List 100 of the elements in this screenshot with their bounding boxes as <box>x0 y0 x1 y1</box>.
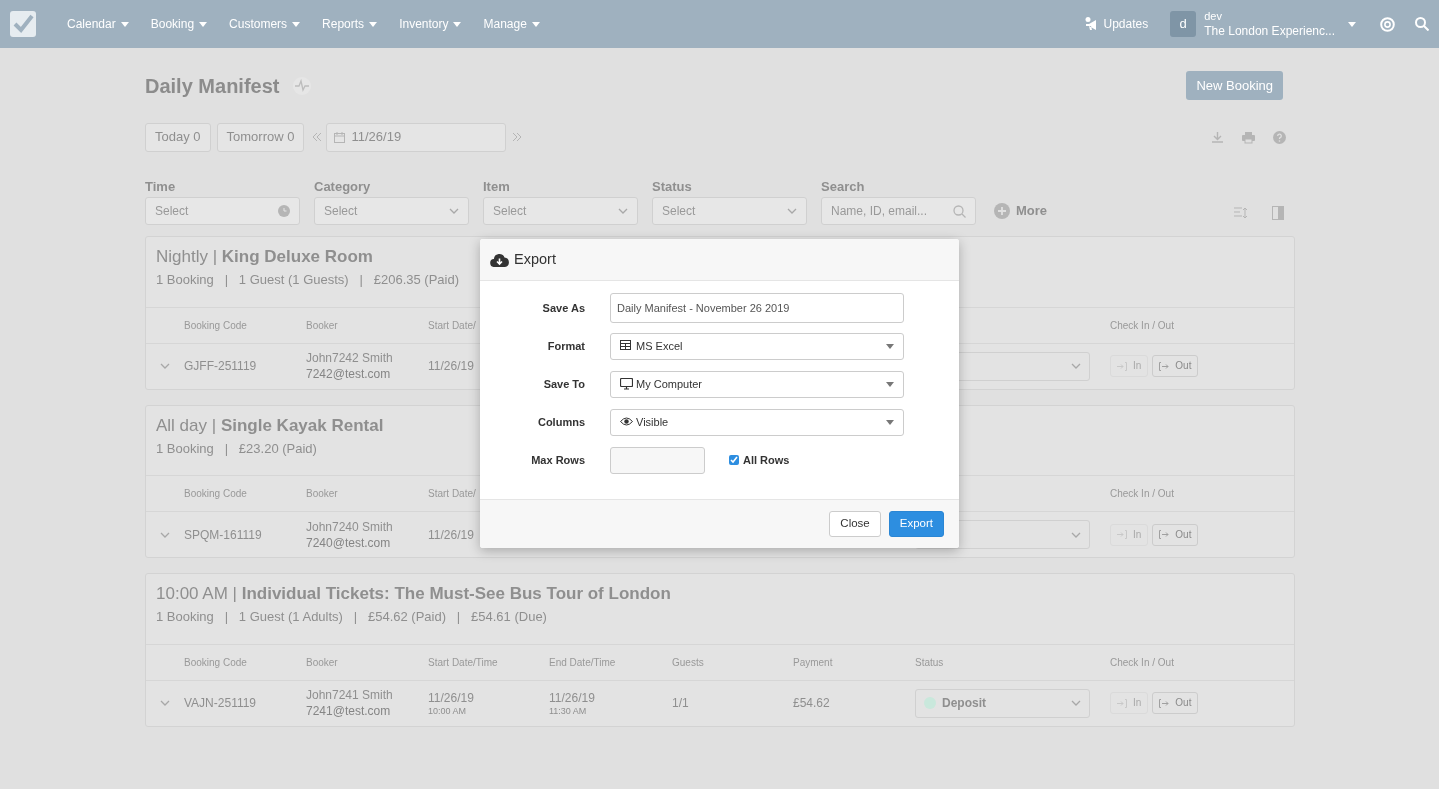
checkbox[interactable] <box>729 455 739 465</box>
column-header: Start Date/ <box>428 318 476 333</box>
help-button[interactable] <box>1380 16 1395 32</box>
booking-code: SPQM-161119 <box>184 527 262 542</box>
quick-date-button[interactable]: Today 0 <box>145 122 211 152</box>
file-name-field[interactable]: Daily Manifest - November 26 2019 <box>610 293 904 323</box>
dropdown-select[interactable]: Visible <box>610 408 904 436</box>
cloud-download-icon <box>490 252 509 267</box>
filter-label: Item <box>483 178 511 194</box>
filter-select[interactable]: Select <box>314 197 469 225</box>
printer-button[interactable] <box>1242 130 1255 144</box>
check-out-button[interactable]: Out <box>1152 523 1199 546</box>
double-chevron-left-icon <box>312 132 323 142</box>
group-summary: 1 Booking | £23.20 (Paid) <box>156 439 317 458</box>
guest-count: 1/1 <box>672 696 689 710</box>
filter-select[interactable]: Select <box>483 197 638 225</box>
chevron-down-icon <box>1071 700 1081 706</box>
clock-icon <box>278 205 290 217</box>
column-header: Check In / Out <box>1110 655 1174 670</box>
more-filters-button[interactable]: More <box>994 197 1048 225</box>
search-icon <box>1415 17 1429 31</box>
search-field[interactable]: Name, ID, email... <box>821 197 976 225</box>
field-label: Max Rows <box>530 452 585 468</box>
caret-icon <box>199 21 208 27</box>
payment-amount: £54.62 <box>793 696 830 710</box>
user-name: dev <box>1204 9 1223 24</box>
search-button[interactable] <box>1415 17 1429 31</box>
dropdown-select[interactable]: MS Excel <box>610 332 904 360</box>
filter-label: Category <box>314 178 372 194</box>
start-date: 11/26/19 <box>428 690 475 706</box>
caret-icon <box>886 381 894 387</box>
column-header: Guests <box>672 655 704 670</box>
nav-menu[interactable]: Booking <box>139 0 219 48</box>
chevron-down-icon <box>787 208 797 214</box>
filter-label: Time <box>145 178 177 194</box>
column-header: Booking Code <box>184 487 247 501</box>
plus-circle-icon <box>994 203 1010 219</box>
logo-icon <box>10 11 36 37</box>
column-header: Status <box>915 655 944 670</box>
close-button[interactable]: Close <box>829 511 881 537</box>
nav-menu[interactable]: Inventory <box>388 0 473 48</box>
caret-icon <box>120 21 129 27</box>
dialog-title: Export <box>514 249 556 269</box>
new-booking-button[interactable]: New Booking <box>1186 71 1283 100</box>
nav-menu[interactable]: Reports <box>311 0 389 48</box>
previous-day-button[interactable] <box>312 132 323 142</box>
max-rows-field[interactable] <box>610 446 705 474</box>
updates-button[interactable]: Updates <box>1084 15 1149 33</box>
nav-menu[interactable]: Customers <box>218 0 312 48</box>
group-summary: 1 Booking | 1 Guest (1 Guests) | £206.35 (Paid) <box>156 271 460 289</box>
group-title: 10:00 AM | Individual Tickets: The Must-See Bus Tour of London <box>156 584 671 604</box>
enter-icon <box>1117 361 1127 371</box>
chevron-down-icon <box>1071 531 1081 538</box>
booker-email: 7240@test.com <box>306 534 392 551</box>
next-day-button[interactable] <box>512 132 523 142</box>
chevron-down-icon <box>160 700 170 706</box>
end-date: 11/26/19 <box>549 690 596 706</box>
help-button[interactable] <box>1273 130 1286 144</box>
booker-email: 7241@test.com <box>306 703 392 719</box>
end-time: 11:30 AM <box>549 706 588 716</box>
organization-name: The London Experienc... <box>1204 24 1335 39</box>
check-out-button[interactable]: Out <box>1152 355 1199 377</box>
group-title: Nightly | King Deluxe Room <box>156 247 373 267</box>
filter-select[interactable]: Select <box>652 197 807 225</box>
search-icon <box>953 204 966 218</box>
booking-code: GJFF-251119 <box>184 359 257 373</box>
check-out-button[interactable]: Out <box>1152 692 1199 714</box>
column-header: Booking Code <box>184 318 247 333</box>
field-label: Format <box>546 338 585 354</box>
column-header: Start Date/ <box>428 487 476 501</box>
status-select[interactable]: Deposit <box>915 688 1090 718</box>
filter-label: Search <box>821 178 866 194</box>
dropdown-select[interactable]: My Computer <box>610 370 904 398</box>
column-header: Booker <box>306 487 338 501</box>
caret-icon <box>369 21 378 27</box>
column-header: Booking Code <box>184 655 247 670</box>
page-title: Daily Manifest <box>145 73 280 99</box>
group-summary: 1 Booking | 1 Guest (1 Adults) | £54.62 (Paid) | £54.61 (Due) <box>156 608 547 626</box>
nav-menu[interactable]: Calendar <box>56 0 140 48</box>
calendar-icon <box>334 131 346 143</box>
column-header: Payment <box>793 655 833 670</box>
field-label: Save As <box>541 300 585 316</box>
export-button[interactable]: Export <box>888 511 944 537</box>
quick-date-button[interactable]: Tomorrow 0 <box>216 122 305 152</box>
filter-select[interactable]: Select <box>145 197 300 225</box>
start-date: 11/26/19 <box>428 358 475 374</box>
booker-name: John7241 Smith <box>306 687 394 703</box>
sort-icon <box>1234 207 1248 219</box>
chevron-down-icon <box>1071 363 1081 369</box>
user-menu[interactable]: d dev The London Experienc... <box>1170 9 1356 39</box>
booker-email: 7242@test.com <box>306 366 392 382</box>
chevron-down-icon <box>449 208 459 214</box>
lifebuoy-icon <box>1380 16 1395 32</box>
column-header: Check In / Out <box>1110 487 1174 501</box>
date-field[interactable]: 11/26/19 <box>326 122 507 152</box>
start-time: 10:00 AM <box>428 706 468 716</box>
double-chevron-right-icon <box>512 132 523 142</box>
enter-icon <box>1117 530 1127 539</box>
nav-menu[interactable]: Manage <box>472 0 551 48</box>
download-button[interactable] <box>1211 130 1224 144</box>
